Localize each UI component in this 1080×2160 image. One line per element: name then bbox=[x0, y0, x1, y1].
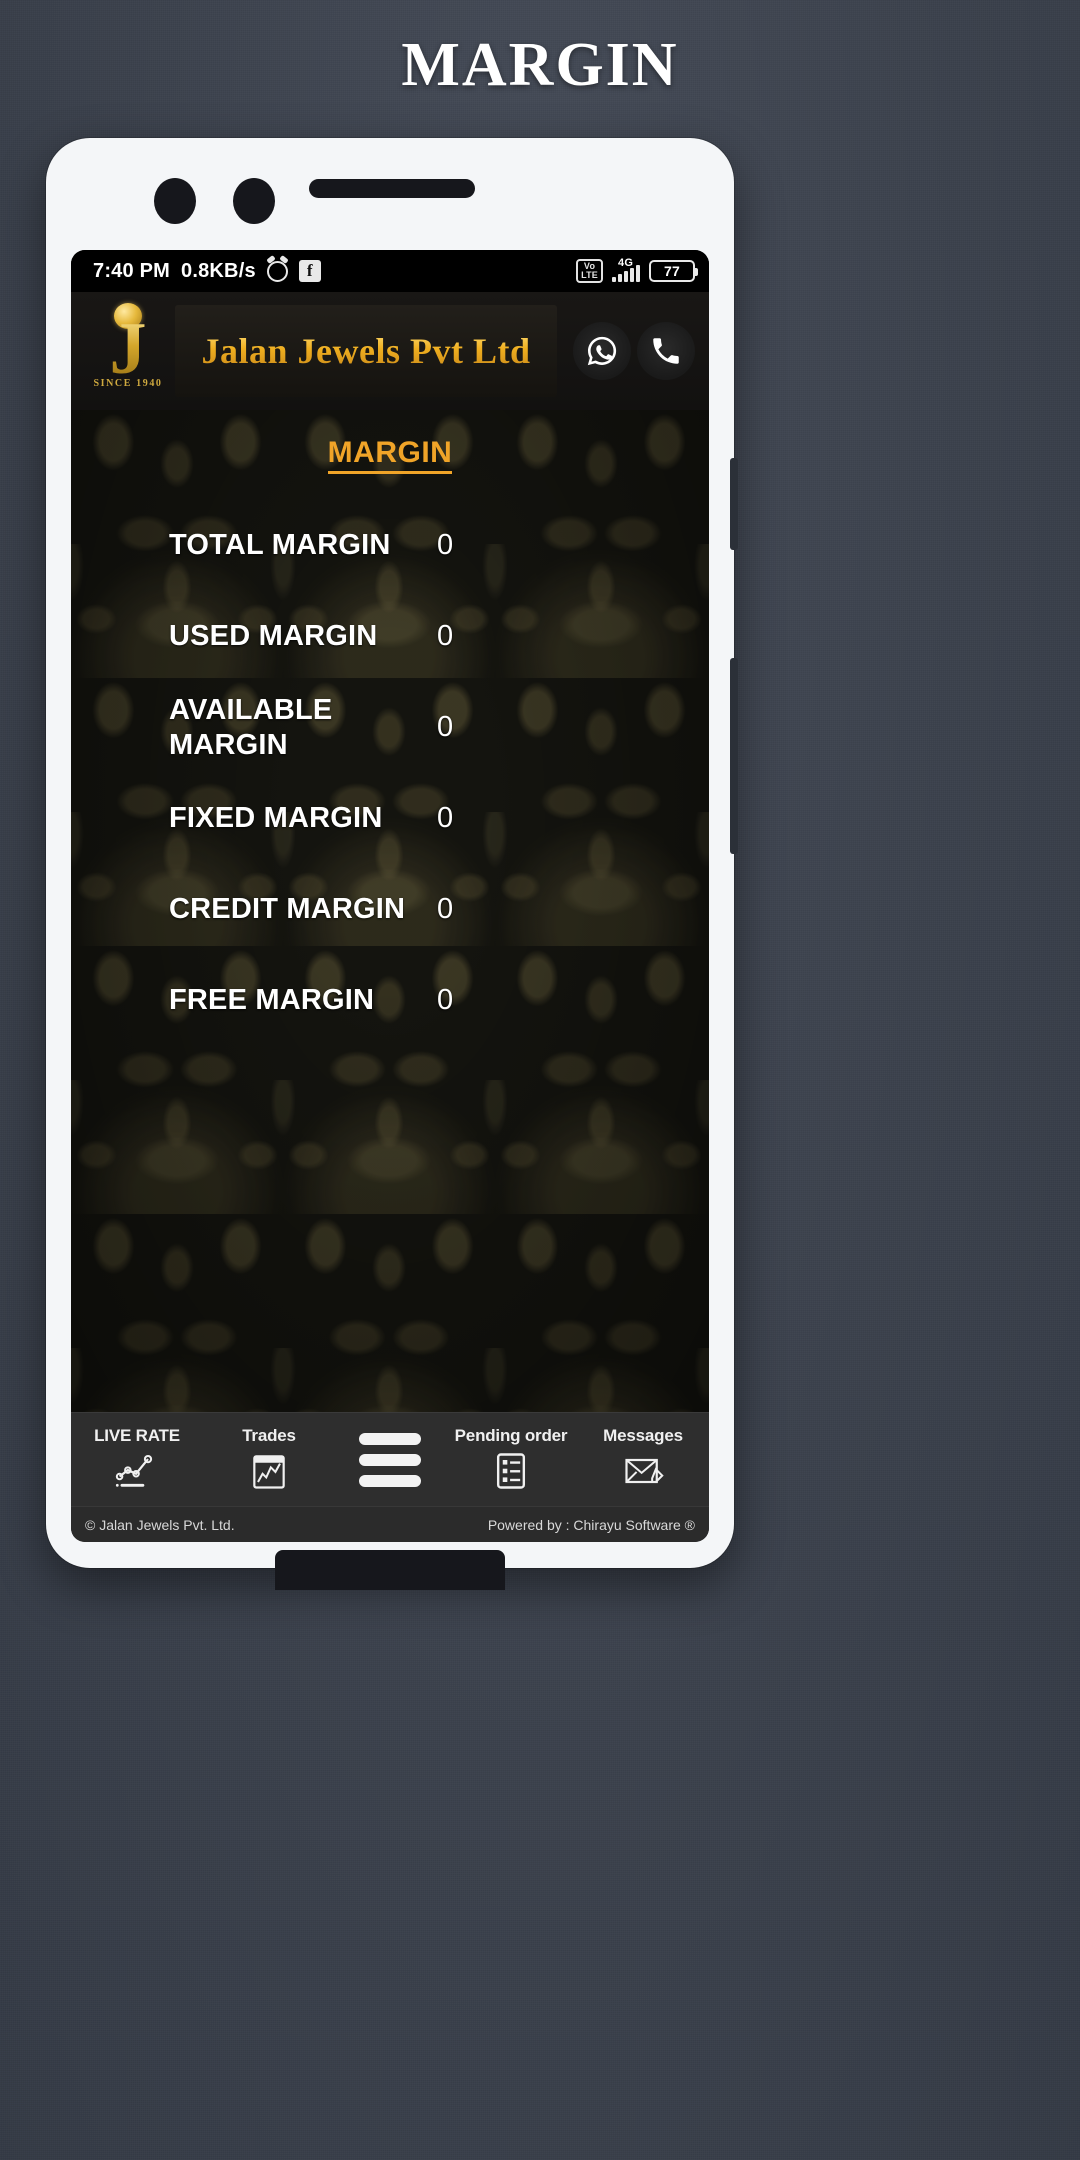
margin-label: USED MARGIN bbox=[169, 620, 378, 653]
status-network-speed: 0.8KB/s bbox=[181, 259, 256, 282]
status-bar-right: Vo LTE 4G 77 bbox=[576, 257, 698, 283]
battery-icon: 77 bbox=[649, 260, 698, 282]
volume-button[interactable] bbox=[730, 658, 738, 854]
phone-screen: 7:40 PM 0.8KB/s f Vo LTE 4G 77 J SINCE 1… bbox=[71, 250, 709, 1542]
nav-label: Messages bbox=[603, 1426, 683, 1445]
status-time: 7:40 PM bbox=[93, 259, 170, 282]
whatsapp-icon bbox=[587, 336, 617, 366]
nav-label: Trades bbox=[242, 1426, 296, 1445]
alarm-clock-icon bbox=[266, 260, 288, 282]
margin-label: TOTAL MARGIN bbox=[169, 529, 391, 562]
nav-label: Pending order bbox=[454, 1426, 568, 1445]
margin-row: AVAILABLE MARGIN 0 bbox=[71, 682, 709, 773]
call-button[interactable] bbox=[637, 322, 695, 380]
message-envelope-icon bbox=[625, 1458, 664, 1484]
app-header: J SINCE 1940 Jalan Jewels Pvt Ltd bbox=[71, 292, 709, 410]
margin-label: FIXED MARGIN bbox=[169, 802, 383, 835]
margin-row: USED MARGIN 0 bbox=[71, 591, 709, 682]
line-chart-icon bbox=[115, 1454, 153, 1487]
pending-order-list-icon bbox=[496, 1453, 526, 1489]
margin-label: FREE MARGIN bbox=[169, 984, 375, 1017]
nav-item-menu[interactable] bbox=[335, 1413, 445, 1506]
margin-row: FIXED MARGIN 0 bbox=[71, 773, 709, 864]
margin-row: FREE MARGIN 0 bbox=[71, 955, 709, 1046]
margin-label: AVAILABLE MARGIN bbox=[169, 694, 333, 761]
phone-bottom-nub bbox=[275, 1550, 505, 1590]
power-button[interactable] bbox=[730, 458, 738, 550]
main-content: MARGIN TOTAL MARGIN 0 USED MARGIN 0 AVAI… bbox=[71, 410, 709, 1412]
margin-list: TOTAL MARGIN 0 USED MARGIN 0 AVAILABLE M… bbox=[71, 500, 709, 1046]
network-type-label: 4G bbox=[618, 257, 634, 269]
phone-call-icon bbox=[653, 338, 679, 364]
phone-top-bezel bbox=[46, 138, 734, 248]
margin-row: CREDIT MARGIN 0 bbox=[71, 864, 709, 955]
margin-value: 0 bbox=[437, 711, 454, 743]
section-title: MARGIN bbox=[71, 436, 709, 474]
margin-value: 0 bbox=[437, 529, 454, 561]
whatsapp-button[interactable] bbox=[573, 322, 631, 380]
margin-value: 0 bbox=[437, 802, 454, 834]
footer-copyright: © Jalan Jewels Pvt. Ltd. bbox=[85, 1516, 235, 1533]
brand-plate: Jalan Jewels Pvt Ltd bbox=[175, 305, 557, 397]
logo-letter: J bbox=[109, 307, 147, 390]
signal-bars-icon: 4G bbox=[612, 257, 640, 282]
bottom-navigation: LIVE RATE Trades Pending order Messages bbox=[71, 1412, 709, 1506]
footer-powered-by: Powered by : Chirayu Software ® bbox=[487, 1516, 695, 1533]
trade-chart-icon bbox=[253, 1455, 285, 1489]
nav-item-messages[interactable]: Messages bbox=[577, 1413, 709, 1506]
hamburger-menu-icon bbox=[359, 1432, 421, 1487]
front-sensor-icon bbox=[233, 178, 275, 224]
page-title: MARGIN bbox=[401, 31, 679, 99]
margin-row: TOTAL MARGIN 0 bbox=[71, 500, 709, 591]
volte-icon: Vo LTE bbox=[576, 259, 603, 283]
nav-item-trades[interactable]: Trades bbox=[203, 1413, 335, 1506]
app-footer: © Jalan Jewels Pvt. Ltd. Powered by : Ch… bbox=[71, 1506, 709, 1542]
company-logo: J SINCE 1940 bbox=[87, 299, 169, 403]
battery-percent: 77 bbox=[664, 263, 680, 279]
nav-item-live-rate[interactable]: LIVE RATE bbox=[71, 1413, 203, 1506]
margin-value: 0 bbox=[437, 984, 454, 1016]
phone-device-frame: 7:40 PM 0.8KB/s f Vo LTE 4G 77 J SINCE 1… bbox=[46, 138, 738, 1590]
status-bar-left: 7:40 PM 0.8KB/s f bbox=[93, 260, 321, 283]
status-bar: 7:40 PM 0.8KB/s f Vo LTE 4G 77 bbox=[71, 250, 709, 292]
margin-value: 0 bbox=[437, 620, 454, 652]
margin-value: 0 bbox=[437, 893, 454, 925]
front-camera-icon bbox=[154, 178, 196, 224]
margin-label: CREDIT MARGIN bbox=[169, 893, 406, 926]
brand-name: Jalan Jewels Pvt Ltd bbox=[201, 331, 531, 371]
nav-item-pending-order[interactable]: Pending order bbox=[445, 1413, 577, 1506]
earpiece-speaker bbox=[309, 179, 475, 198]
facebook-icon: f bbox=[298, 260, 321, 282]
nav-label: LIVE RATE bbox=[94, 1426, 180, 1445]
